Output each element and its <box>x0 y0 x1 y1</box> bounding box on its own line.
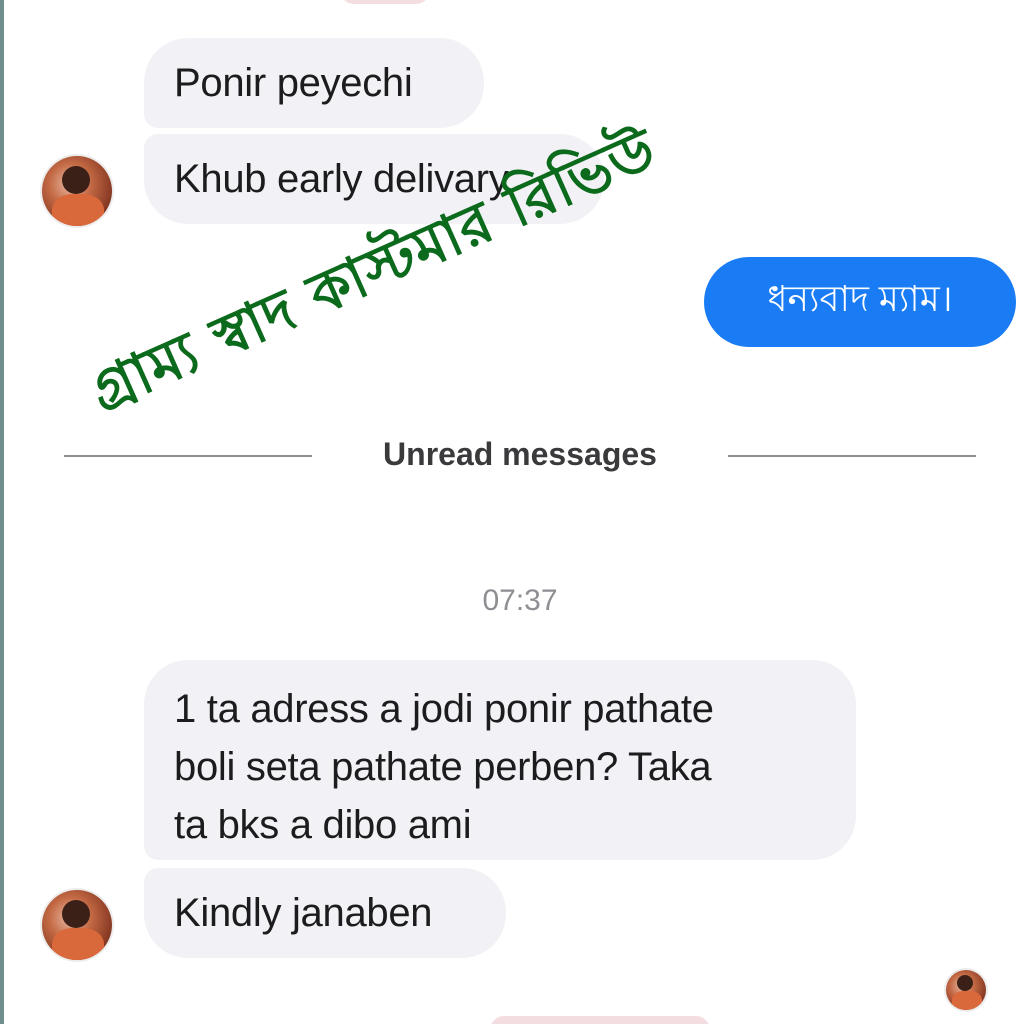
message-text: Kindly janaben <box>174 891 433 935</box>
next-message-bubble-peek <box>490 1016 710 1024</box>
unread-divider-line-right <box>728 455 976 457</box>
incoming-message-bubble[interactable]: Ponir peyechi <box>144 38 484 128</box>
message-timestamp: 07:37 <box>482 584 558 617</box>
previous-message-bubble-peek <box>340 0 430 4</box>
read-receipt-avatar-icon <box>946 970 986 1010</box>
sender-avatar-icon[interactable] <box>42 156 112 226</box>
message-text: Ponir peyechi <box>174 61 413 105</box>
sender-avatar-icon[interactable] <box>42 890 112 960</box>
unread-messages-label: Unread messages <box>383 436 657 472</box>
incoming-message-bubble[interactable]: 1 ta adress a jodi ponir pathate boli se… <box>144 660 856 860</box>
incoming-message-bubble[interactable]: Kindly janaben <box>144 868 506 958</box>
left-edge-border <box>0 0 4 1024</box>
chat-screen: Ponir peyechi Khub early delivary ধন্যবা… <box>0 0 1024 1024</box>
unread-divider-line-left <box>64 455 312 457</box>
message-text: 1 ta adress a jodi ponir pathate boli se… <box>174 687 714 847</box>
outgoing-message-bubble[interactable]: ধন্যবাদ ম্যাম। <box>704 257 1016 347</box>
message-text: ধন্যবাদ ম্যাম। <box>767 278 953 319</box>
